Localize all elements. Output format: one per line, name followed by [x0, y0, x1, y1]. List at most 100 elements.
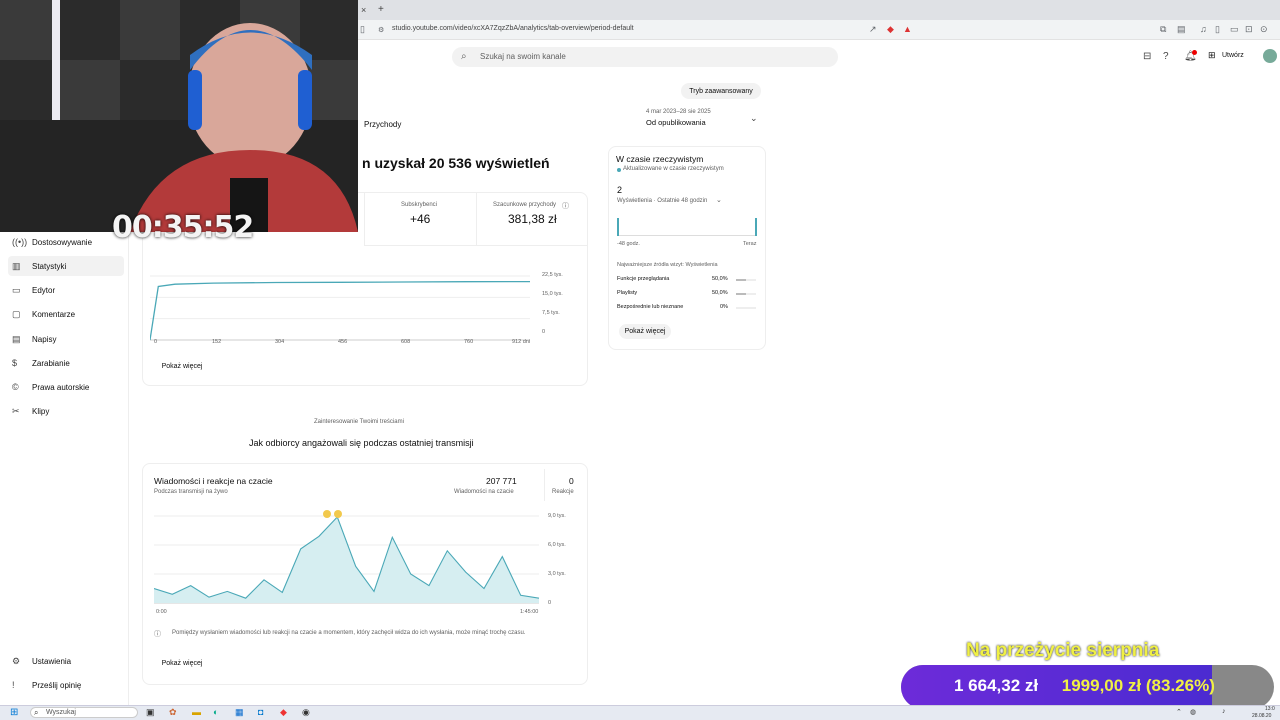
- source-bar: [736, 307, 756, 309]
- brave-rewards-icon[interactable]: ▲: [903, 24, 912, 34]
- sidebar-toggle-icon[interactable]: ▯: [360, 24, 365, 35]
- show-more-button[interactable]: Pokaż więcej: [156, 655, 208, 671]
- clock-time[interactable]: 13:0: [1265, 706, 1275, 712]
- goal-current: 1 664,32 zł: [954, 676, 1039, 695]
- x-tick: 760: [464, 339, 474, 345]
- reactions-label: Reakcje: [552, 489, 574, 495]
- realtime-period[interactable]: Wyświetlenia · Ostatnie 48 godzin: [617, 198, 707, 204]
- chat-card-title: Wiadomości i reakcje na czacie: [154, 476, 273, 486]
- sidebar-item-label: Prawa autorskie: [32, 382, 90, 392]
- sidebar-item-clips[interactable]: ✂ Klipy: [8, 401, 124, 421]
- brave-icon[interactable]: ◆: [280, 707, 287, 718]
- feedback-icon[interactable]: ⊟: [1143, 51, 1151, 62]
- sidebar-item-feedback[interactable]: ! Prześlij opinię: [8, 675, 124, 695]
- source-value: 0%: [720, 304, 728, 310]
- extensions-icon[interactable]: ⧉: [1160, 24, 1166, 35]
- sidebar-item-copyright[interactable]: © Prawa autorskie: [8, 377, 124, 397]
- share-icon[interactable]: ↗: [869, 24, 877, 35]
- copilot-icon[interactable]: ✿: [169, 707, 177, 718]
- realtime-bar: [755, 218, 757, 236]
- close-tab-icon[interactable]: ×: [361, 5, 366, 15]
- volume-icon[interactable]: ♪: [1222, 708, 1226, 715]
- chat-note: Pomiędzy wysłaniem wiadomości lub reakcj…: [172, 630, 526, 636]
- sidebar-item-customization[interactable]: ((•)) Dostosowywanie: [8, 232, 124, 252]
- edge-icon[interactable]: ◐: [213, 707, 218, 717]
- feedback-icon: !: [12, 680, 15, 690]
- realtime-title: W czasie rzeczywistym: [616, 154, 704, 164]
- reader-icon[interactable]: ▤: [1177, 24, 1186, 35]
- source-bar: [736, 279, 756, 281]
- source-bar: [736, 293, 756, 295]
- show-more-button[interactable]: Pokaż więcej: [156, 358, 208, 374]
- chevron-down-icon[interactable]: ⌄: [750, 113, 758, 124]
- realtime-show-more-button[interactable]: Pokaż więcej: [619, 324, 671, 339]
- search-icon: ⌕: [34, 708, 39, 717]
- realtime-bar: [617, 218, 619, 236]
- scissors-icon: ✂: [12, 405, 20, 416]
- sidebar-item-settings[interactable]: ⚙ Ustawienia: [8, 651, 124, 671]
- x-tick: 608: [401, 339, 411, 345]
- tray-chevron-icon[interactable]: ⌃: [1176, 708, 1182, 716]
- wallet-icon[interactable]: ▭: [1230, 24, 1239, 35]
- advanced-mode-button[interactable]: Tryb zaawansowany: [681, 83, 761, 99]
- task-view-icon[interactable]: ▣: [146, 707, 155, 718]
- site-settings-icon[interactable]: ⚙: [378, 26, 384, 34]
- store-icon[interactable]: ▦: [235, 707, 244, 718]
- goal-amounts: 1 664,32 zł 1999,00 zł (83.26%): [954, 676, 1215, 696]
- sidebar-item-analytics[interactable]: ▥ Statystyki: [8, 256, 124, 276]
- subs-value: +46: [410, 212, 431, 226]
- highlight-marker[interactable]: [323, 510, 331, 518]
- create-icon[interactable]: ⊞: [1208, 50, 1216, 61]
- search-placeholder: Szukaj na swoim kanale: [480, 52, 566, 61]
- network-icon[interactable]: ◍: [1190, 708, 1196, 716]
- new-tab-icon[interactable]: +: [378, 4, 384, 15]
- source-name: Funkcje przeglądania: [617, 276, 670, 282]
- realtime-value: 2: [617, 185, 623, 195]
- analytics-icon: ▥: [12, 260, 21, 271]
- messages-value: 207 771: [486, 476, 517, 486]
- revenue-label: Szacunkowe przychody: [493, 202, 557, 208]
- realtime-left-label: -48 godz.: [617, 241, 640, 247]
- x-tick: 1:45:00: [520, 609, 539, 615]
- source-value: 50,0%: [712, 290, 728, 296]
- sidebar-item-label: Napisy: [32, 334, 57, 344]
- clock-date[interactable]: 28.08.20: [1252, 713, 1271, 719]
- vpn-icon[interactable]: ⊙: [1260, 24, 1268, 35]
- stream-timer: 00:35:52: [112, 210, 254, 245]
- music-icon[interactable]: ♫: [1200, 24, 1207, 34]
- sidebar-item-label: Zarabianie: [32, 358, 70, 368]
- windows-start-icon[interactable]: ⊞: [10, 707, 18, 718]
- create-button[interactable]: Utwórz: [1222, 52, 1244, 59]
- views-line-chart: [150, 275, 531, 341]
- period-select[interactable]: Od opublikowania: [646, 118, 706, 127]
- y-tick: 22,5 tys.: [542, 272, 563, 278]
- info-icon[interactable]: ⓘ: [562, 201, 569, 211]
- notification-dot: [1192, 50, 1197, 55]
- sidebar-item-editor[interactable]: ▭ Edytor: [8, 280, 124, 300]
- x-tick: 304: [275, 339, 285, 345]
- info-icon: ⓘ: [154, 631, 161, 638]
- taskbar-search-placeholder: Wyszukaj: [46, 709, 76, 716]
- engagement-caption: Zainteresowanie Twoimi treściami: [314, 419, 404, 425]
- obs-icon[interactable]: ◉: [302, 707, 310, 718]
- chevron-down-icon[interactable]: ⌄: [716, 196, 722, 204]
- screenshot-icon[interactable]: ⊡: [1245, 24, 1253, 35]
- sidebar-item-subtitles[interactable]: ▤ Napisy: [8, 329, 124, 349]
- outlook-icon[interactable]: ◘: [258, 707, 263, 717]
- y-tick: 7,5 tys.: [542, 310, 560, 316]
- avatar[interactable]: [1263, 49, 1277, 63]
- highlight-marker[interactable]: [334, 510, 342, 518]
- x-tick: 0:00: [156, 609, 167, 615]
- money-icon: $: [12, 358, 18, 368]
- sources-title: Najważniejsze źródła wizyt: Wyświetlenia: [617, 262, 718, 268]
- sidepanel-icon[interactable]: ▯: [1215, 24, 1220, 35]
- help-icon[interactable]: ?: [1163, 51, 1169, 62]
- tab-revenue[interactable]: Przychody: [364, 120, 401, 129]
- sidebar-item-comments[interactable]: ▢ Komentarze: [8, 304, 124, 324]
- url-text[interactable]: studio.youtube.com/video/xcXA7ZqzZbA/ana…: [392, 25, 634, 32]
- chat-series-area: [154, 517, 539, 603]
- streamer-image: [0, 0, 358, 232]
- brave-shield-icon[interactable]: ◆: [887, 24, 894, 35]
- explorer-icon[interactable]: ▬: [192, 707, 201, 717]
- sidebar-item-monetization[interactable]: $ Zarabianie: [8, 353, 124, 373]
